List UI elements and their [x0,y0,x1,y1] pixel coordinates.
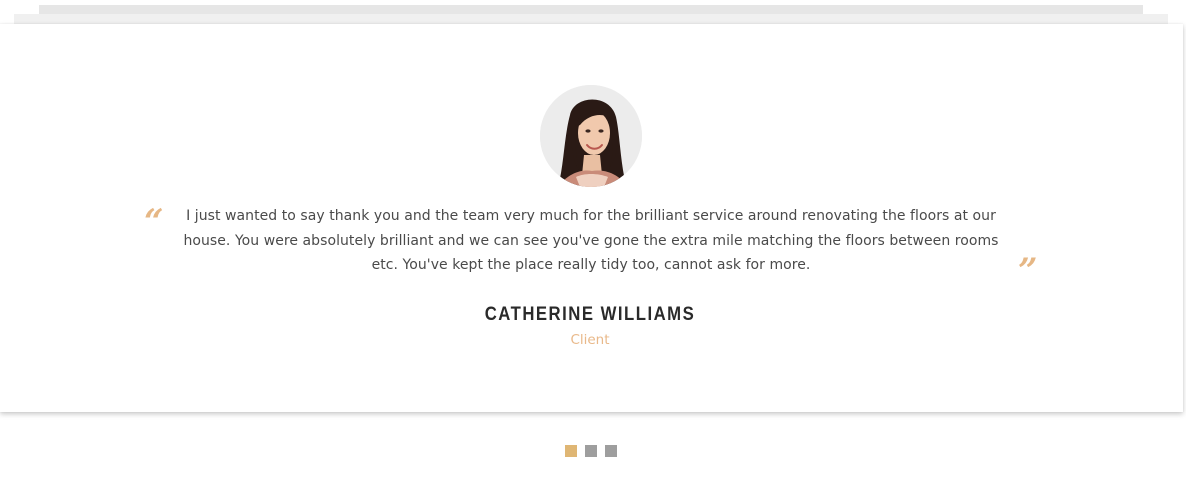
avatar [540,85,642,187]
close-quote-icon: ” [1018,251,1038,291]
open-quote-icon: “ [144,202,164,242]
author-name: CATHERINE WILLIAMS [484,304,696,325]
testimonial-quote: I just wanted to say thank you and the t… [183,208,999,273]
pagination-dot-1[interactable] [565,445,577,457]
slider-pagination [565,445,617,457]
avatar-photo [540,85,642,187]
testimonial-card: “ I just wanted to say thank you and the… [0,24,1183,412]
pagination-dot-2[interactable] [585,445,597,457]
author-role: Client [570,332,610,348]
pagination-dot-3[interactable] [605,445,617,457]
